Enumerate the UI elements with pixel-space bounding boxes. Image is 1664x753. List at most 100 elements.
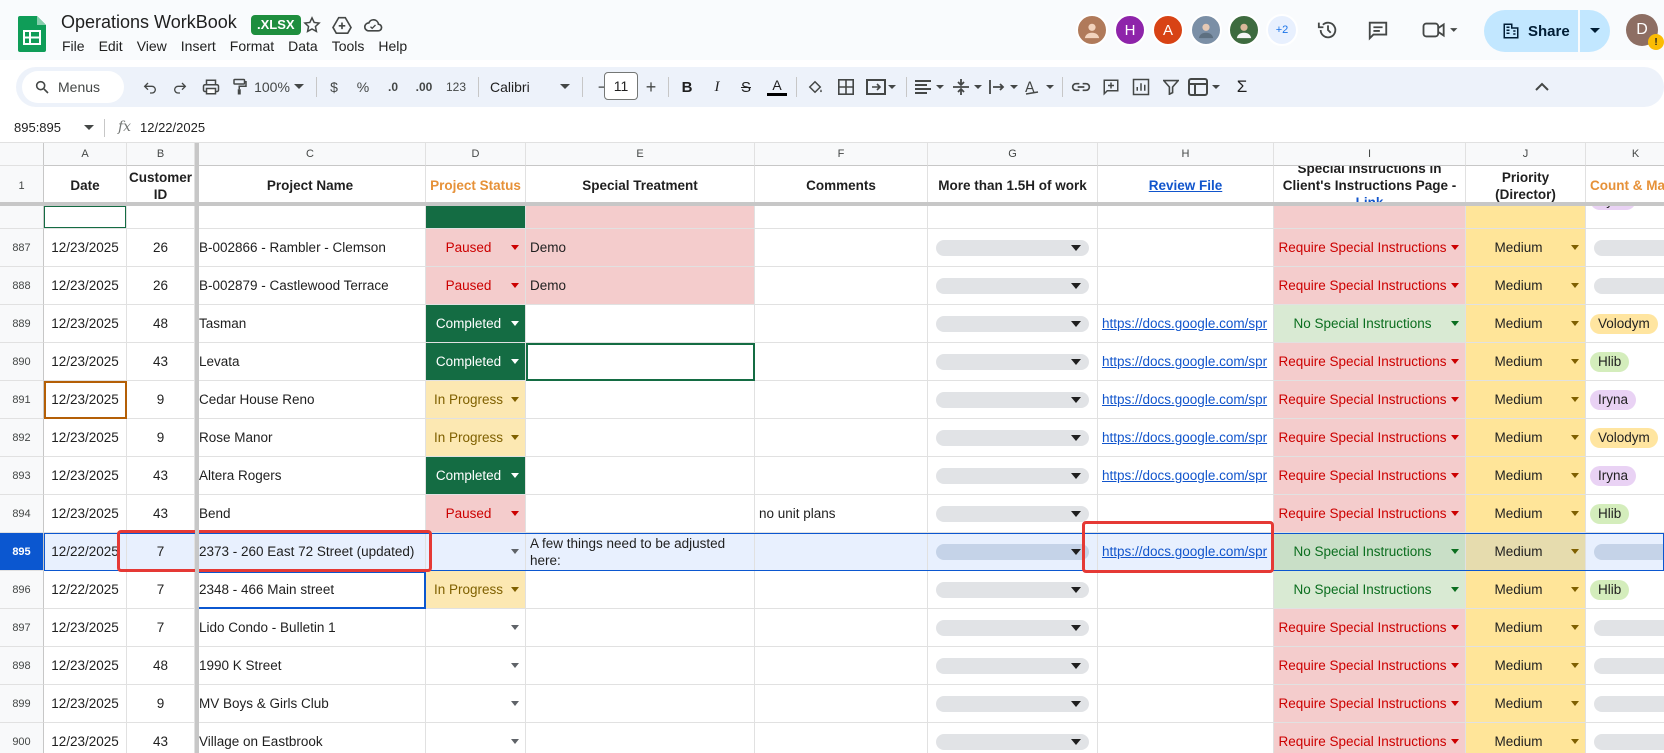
dropdown-arrow-icon[interactable] — [1451, 511, 1459, 516]
dropdown-arrow-icon[interactable] — [1571, 663, 1579, 668]
instructions-dropdown[interactable]: Require Special Instructions — [1274, 343, 1465, 380]
column-header-c[interactable]: C — [195, 143, 426, 166]
currency-format-button[interactable]: $ — [326, 75, 342, 99]
assignee-chip[interactable]: Hlib — [1590, 503, 1630, 524]
cell-status[interactable]: In Progress — [426, 381, 526, 419]
dropdown-arrow-icon[interactable] — [1571, 701, 1579, 706]
cell-more[interactable] — [928, 723, 1098, 753]
dropdown-arrow-icon[interactable] — [511, 397, 519, 402]
dropdown-arrow-icon[interactable] — [1451, 473, 1459, 478]
instructions-dropdown[interactable]: Require Special Instructions — [1274, 723, 1465, 753]
assignee-chip[interactable]: Iryna — [1590, 206, 1637, 210]
cell-instructions[interactable]: Require Special Instructions — [1274, 685, 1466, 723]
cell-treatment[interactable] — [526, 381, 755, 419]
dropdown-arrow-icon[interactable] — [511, 359, 519, 364]
cell-comments[interactable] — [755, 571, 928, 609]
cell-treatment[interactable] — [526, 495, 755, 533]
dropdown-arrow-icon[interactable] — [1451, 397, 1459, 402]
cell-more[interactable] — [928, 685, 1098, 723]
move-to-drive-icon[interactable] — [331, 14, 353, 36]
cell-date[interactable]: 12/22/2025 — [44, 571, 127, 609]
cell-instructions[interactable]: Require Special Instructions — [1274, 381, 1466, 419]
cell-priority[interactable]: Medium — [1466, 267, 1586, 305]
chevron-down-icon[interactable] — [560, 75, 570, 99]
priority-dropdown[interactable]: Medium — [1466, 419, 1585, 456]
dropdown-arrow-icon[interactable] — [1071, 320, 1081, 327]
cell-instructions[interactable]: No Special Instructions — [1274, 571, 1466, 609]
cell-comments[interactable] — [755, 533, 928, 571]
dropdown-arrow-icon[interactable] — [1071, 586, 1081, 593]
avatar[interactable] — [1228, 14, 1260, 46]
row-header[interactable]: 891 — [0, 381, 44, 419]
share-dropdown-button[interactable] — [1580, 10, 1610, 52]
cloud-status-icon[interactable] — [362, 14, 384, 36]
cell-date[interactable]: 12/23/2025 — [44, 419, 127, 457]
assignee-chip-empty[interactable] — [1594, 239, 1664, 256]
cell-project[interactable]: 2373 - 260 East 72 Street (updated) — [195, 533, 426, 571]
cell-comments[interactable] — [755, 206, 928, 229]
cell-date[interactable]: 12/23/2025 — [44, 229, 127, 267]
cell-treatment[interactable] — [526, 305, 755, 343]
fill-color-icon[interactable] — [804, 75, 826, 99]
cell-instructions[interactable]: Require Special Instructions — [1274, 495, 1466, 533]
vertical-align-icon[interactable] — [952, 75, 982, 99]
cell-review[interactable]: https://docs.google.com/spr — [1098, 419, 1274, 457]
cell-instructions[interactable]: Require Special Instructions — [1274, 206, 1466, 229]
cell-review[interactable] — [1098, 685, 1274, 723]
cell-priority[interactable]: Medium — [1466, 229, 1586, 267]
cell-cid[interactable]: 26 — [127, 229, 195, 267]
cell-more[interactable] — [928, 571, 1098, 609]
menu-help[interactable]: Help — [378, 38, 414, 54]
avatar[interactable] — [1190, 14, 1222, 46]
status-dropdown[interactable]: In Progress — [426, 381, 525, 418]
cell-count[interactable] — [1586, 267, 1664, 305]
dropdown-arrow-icon[interactable] — [1451, 321, 1459, 326]
cell-project[interactable]: Cedar House Reno — [195, 381, 426, 419]
merge-cells-icon[interactable] — [866, 75, 896, 99]
column-header-e[interactable]: E — [526, 143, 755, 166]
version-history-icon[interactable] — [1316, 18, 1340, 42]
assignee-chip[interactable]: Iryna — [1590, 389, 1637, 410]
cell-comments[interactable] — [755, 457, 928, 495]
cell-count[interactable] — [1586, 609, 1664, 647]
cell-treatment[interactable] — [526, 609, 755, 647]
cell-status[interactable]: Paused — [426, 267, 526, 305]
dropdown-arrow-icon[interactable] — [511, 587, 519, 592]
cell-priority[interactable]: Medium — [1466, 419, 1586, 457]
comments-icon[interactable] — [1366, 18, 1390, 42]
italic-button[interactable]: I — [708, 75, 726, 99]
cell-more[interactable] — [928, 267, 1098, 305]
instructions-dropdown[interactable]: Require Special Instructions — [1274, 229, 1465, 266]
cell-project[interactable]: 1990 K Street — [195, 647, 426, 685]
cell-cid[interactable]: 26 — [127, 206, 195, 229]
cell-cid[interactable]: 43 — [127, 343, 195, 381]
more-than-dropdown[interactable] — [936, 619, 1089, 636]
cell-more[interactable] — [928, 495, 1098, 533]
avatar[interactable]: H — [1114, 14, 1146, 46]
avatar[interactable] — [1076, 14, 1108, 46]
name-box[interactable]: 895:895 — [14, 120, 61, 135]
dropdown-arrow-icon[interactable] — [1571, 397, 1579, 402]
priority-dropdown[interactable]: Medium — [1466, 533, 1585, 570]
cell-status[interactable] — [426, 723, 526, 753]
dropdown-arrow-icon[interactable] — [1451, 739, 1459, 744]
cell-project[interactable]: Gracious Garden — [195, 206, 426, 229]
cell-count[interactable]: Hlib — [1586, 571, 1664, 609]
column-header-g[interactable]: G — [928, 143, 1098, 166]
share-button[interactable]: Share — [1484, 10, 1578, 52]
cell-project[interactable]: Bend — [195, 495, 426, 533]
dropdown-arrow-icon[interactable] — [511, 511, 519, 516]
more-than-dropdown[interactable] — [936, 733, 1089, 750]
more-collaborators[interactable]: +2 — [1266, 14, 1298, 46]
cell-review[interactable] — [1098, 229, 1274, 267]
percent-format-button[interactable]: % — [354, 75, 372, 99]
column-header-b[interactable]: B — [127, 143, 195, 166]
dropdown-arrow-icon[interactable] — [1571, 359, 1579, 364]
star-icon[interactable] — [301, 14, 323, 36]
dropdown-arrow-icon[interactable] — [511, 473, 519, 478]
assignee-chip[interactable]: Volodym — [1590, 427, 1658, 448]
cell-review[interactable]: https://docs.google.com/spr — [1098, 533, 1274, 571]
column-header-h[interactable]: H — [1098, 143, 1274, 166]
cell-status[interactable]: Completed — [426, 206, 526, 229]
instructions-dropdown[interactable]: No Special Instructions — [1274, 533, 1465, 570]
